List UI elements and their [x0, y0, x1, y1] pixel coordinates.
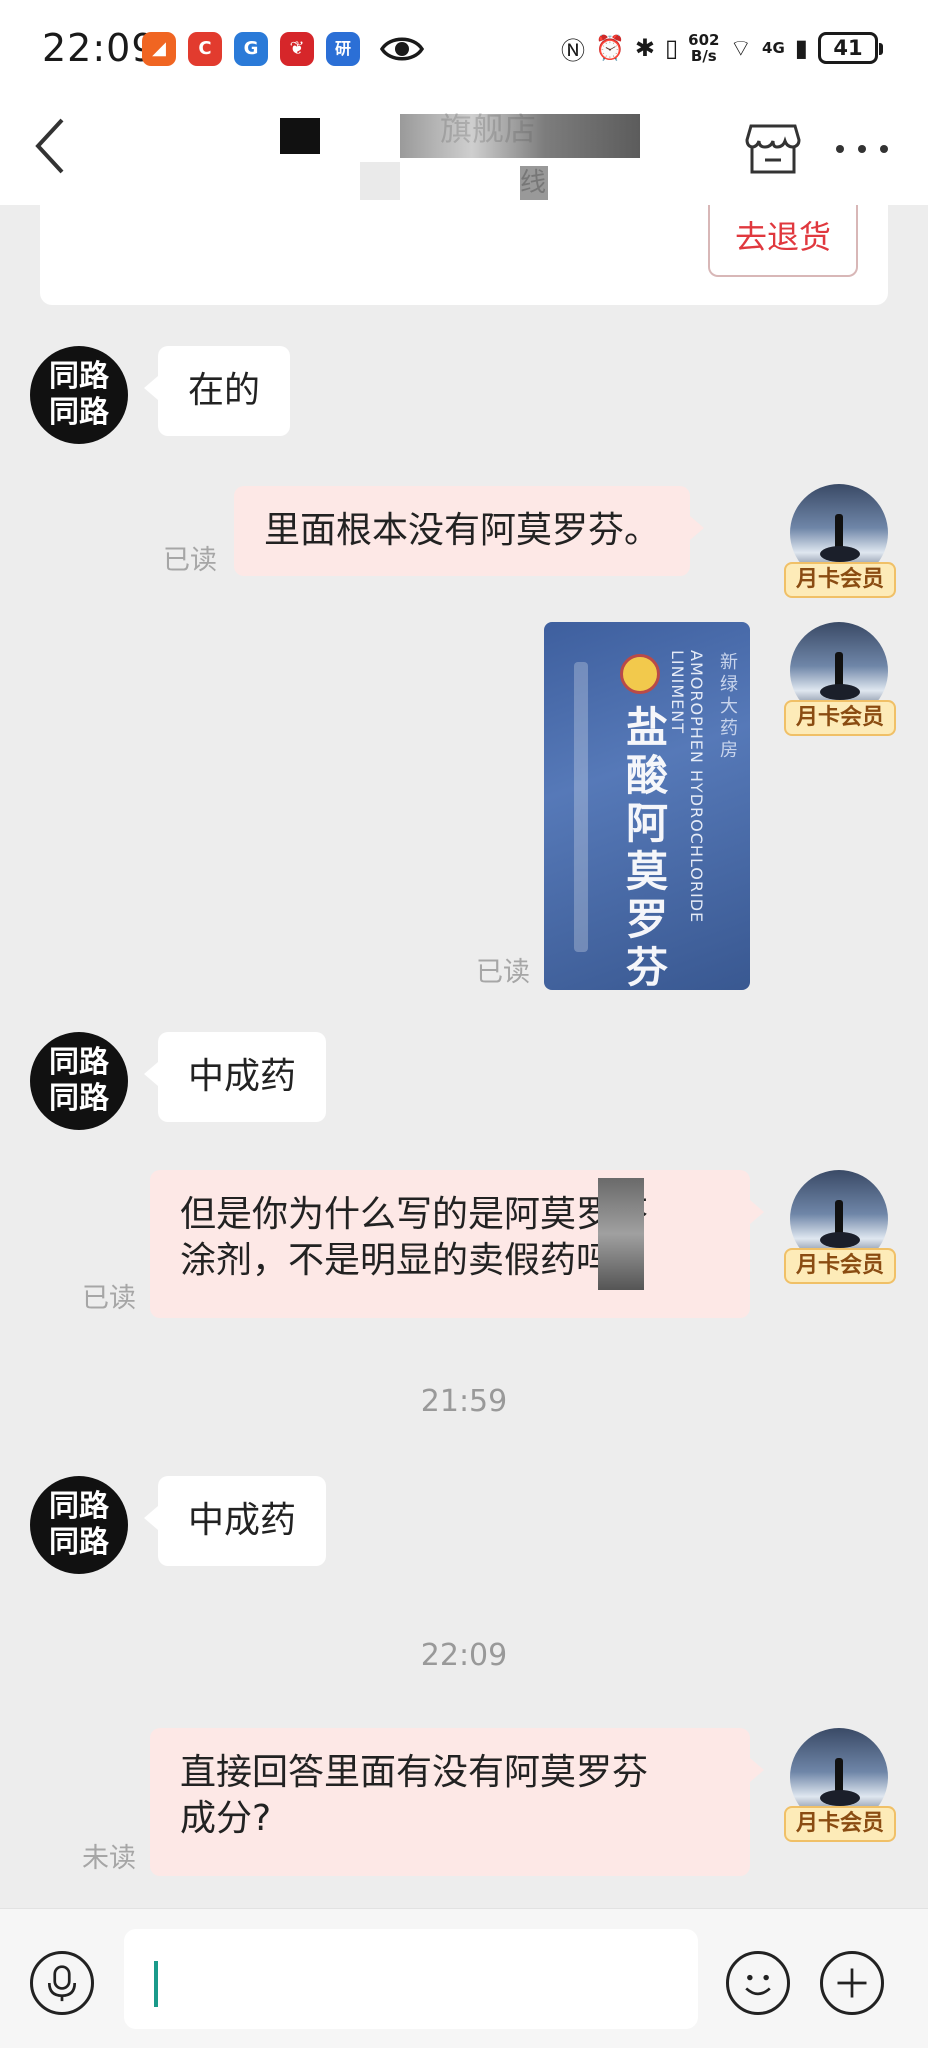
message-line: 直接回答里面有没有阿莫罗芬: [180, 1752, 649, 1793]
seller-avatar[interactable]: 同路 同路: [30, 1032, 128, 1130]
vip-badge: 月卡会员: [784, 700, 896, 736]
return-goods-button[interactable]: 去退货: [708, 205, 858, 277]
alarm-icon: ⏰: [594, 34, 625, 62]
message-bubble: 直接回答里面有没有阿莫罗芬 成分?: [150, 1728, 764, 1876]
bluetooth-icon: ✱: [634, 34, 655, 62]
g-app-icon: G: [234, 32, 268, 66]
status-bar: 22:09 ◢ C G ❦ 研 Ⓝ ⏰ ✱ ▯ 602 B/s ⌔ 4G ▮ 4…: [0, 0, 928, 100]
battery-indicator: 41: [818, 32, 883, 64]
message-bubble: 在的: [143, 346, 291, 436]
timestamp: 22:09: [420, 1638, 508, 1673]
redacted-block: [280, 118, 320, 154]
nfc-icon: Ⓝ: [560, 36, 585, 65]
message-line: 成分?: [180, 1798, 272, 1839]
status-icons: Ⓝ ⏰ ✱ ▯ 602 B/s ⌔ 4G ▮ 41: [560, 28, 883, 68]
message-bubble: 中成药: [143, 1476, 327, 1566]
signal-icon: ▮: [794, 34, 808, 62]
input-bar: [0, 1908, 928, 2048]
more-icon[interactable]: [832, 142, 892, 156]
read-status: 已读: [476, 957, 530, 988]
user-avatar[interactable]: 月卡会员: [784, 1170, 896, 1290]
flyme-app-icon: ◢: [142, 32, 176, 66]
photo-brand-text: 新绿大药房: [720, 652, 738, 761]
vip-badge: 月卡会员: [784, 1806, 896, 1842]
vip-badge: 月卡会员: [784, 562, 896, 598]
photo-title: 盐酸阿莫罗芬: [625, 703, 668, 991]
signal-label: 4G: [762, 39, 785, 57]
photo-strip: [574, 662, 588, 952]
message-bubble: 但是你为什么写的是阿莫罗芬 涂剂，不是明显的卖假药吗?: [150, 1170, 764, 1318]
read-status: 未读: [82, 1843, 136, 1874]
message-bubble: 里面根本没有阿莫罗芬。: [234, 486, 705, 576]
store-app-icon: ❦: [280, 32, 314, 66]
yan-app-icon: 研: [326, 32, 360, 66]
photo-english-text: AMOROPHEN HYDROCHLORIDE LINIMENT: [668, 650, 706, 924]
chat-header: 旗舰店 线: [0, 100, 928, 205]
order-card: 去退货: [40, 205, 888, 305]
user-avatar[interactable]: 月卡会员: [784, 1728, 896, 1848]
eye-icon: [380, 37, 424, 61]
shop-icon[interactable]: [745, 120, 801, 176]
plus-icon[interactable]: [820, 1951, 884, 2015]
text-caret: [154, 1961, 158, 2007]
message-input[interactable]: [124, 1929, 698, 2029]
emoji-icon[interactable]: [726, 1951, 790, 2015]
message-bubble: 中成药: [143, 1032, 327, 1122]
net-speed: 602 B/s: [688, 31, 720, 65]
wifi-icon: ⌔: [729, 34, 753, 62]
timestamp: 21:59: [420, 1384, 508, 1419]
user-avatar[interactable]: 月卡会员: [784, 484, 896, 604]
status-time: 22:09: [42, 26, 157, 70]
user-avatar[interactable]: 月卡会员: [784, 622, 896, 742]
vip-badge: 月卡会员: [784, 1248, 896, 1284]
back-arrow-icon[interactable]: [30, 114, 70, 178]
header-subtitle: 线: [520, 168, 547, 198]
product-photo[interactable]: 盐酸阿莫罗芬 AMOROPHEN HYDROCHLORIDE LINIMENT …: [544, 622, 750, 990]
read-status: 已读: [163, 545, 217, 576]
c-app-icon: C: [188, 32, 222, 66]
vibrate-icon: ▯: [664, 34, 679, 62]
header-title: 旗舰店: [440, 110, 537, 148]
seller-avatar[interactable]: 同路 同路: [30, 1476, 128, 1574]
pharmacy-logo: [620, 654, 660, 694]
read-status: 已读: [82, 1283, 136, 1314]
redacted-subtitle-block: [360, 162, 400, 200]
seller-avatar[interactable]: 同路 同路: [30, 346, 128, 444]
microphone-icon[interactable]: [30, 1951, 94, 2015]
redacted-block: [598, 1178, 644, 1290]
